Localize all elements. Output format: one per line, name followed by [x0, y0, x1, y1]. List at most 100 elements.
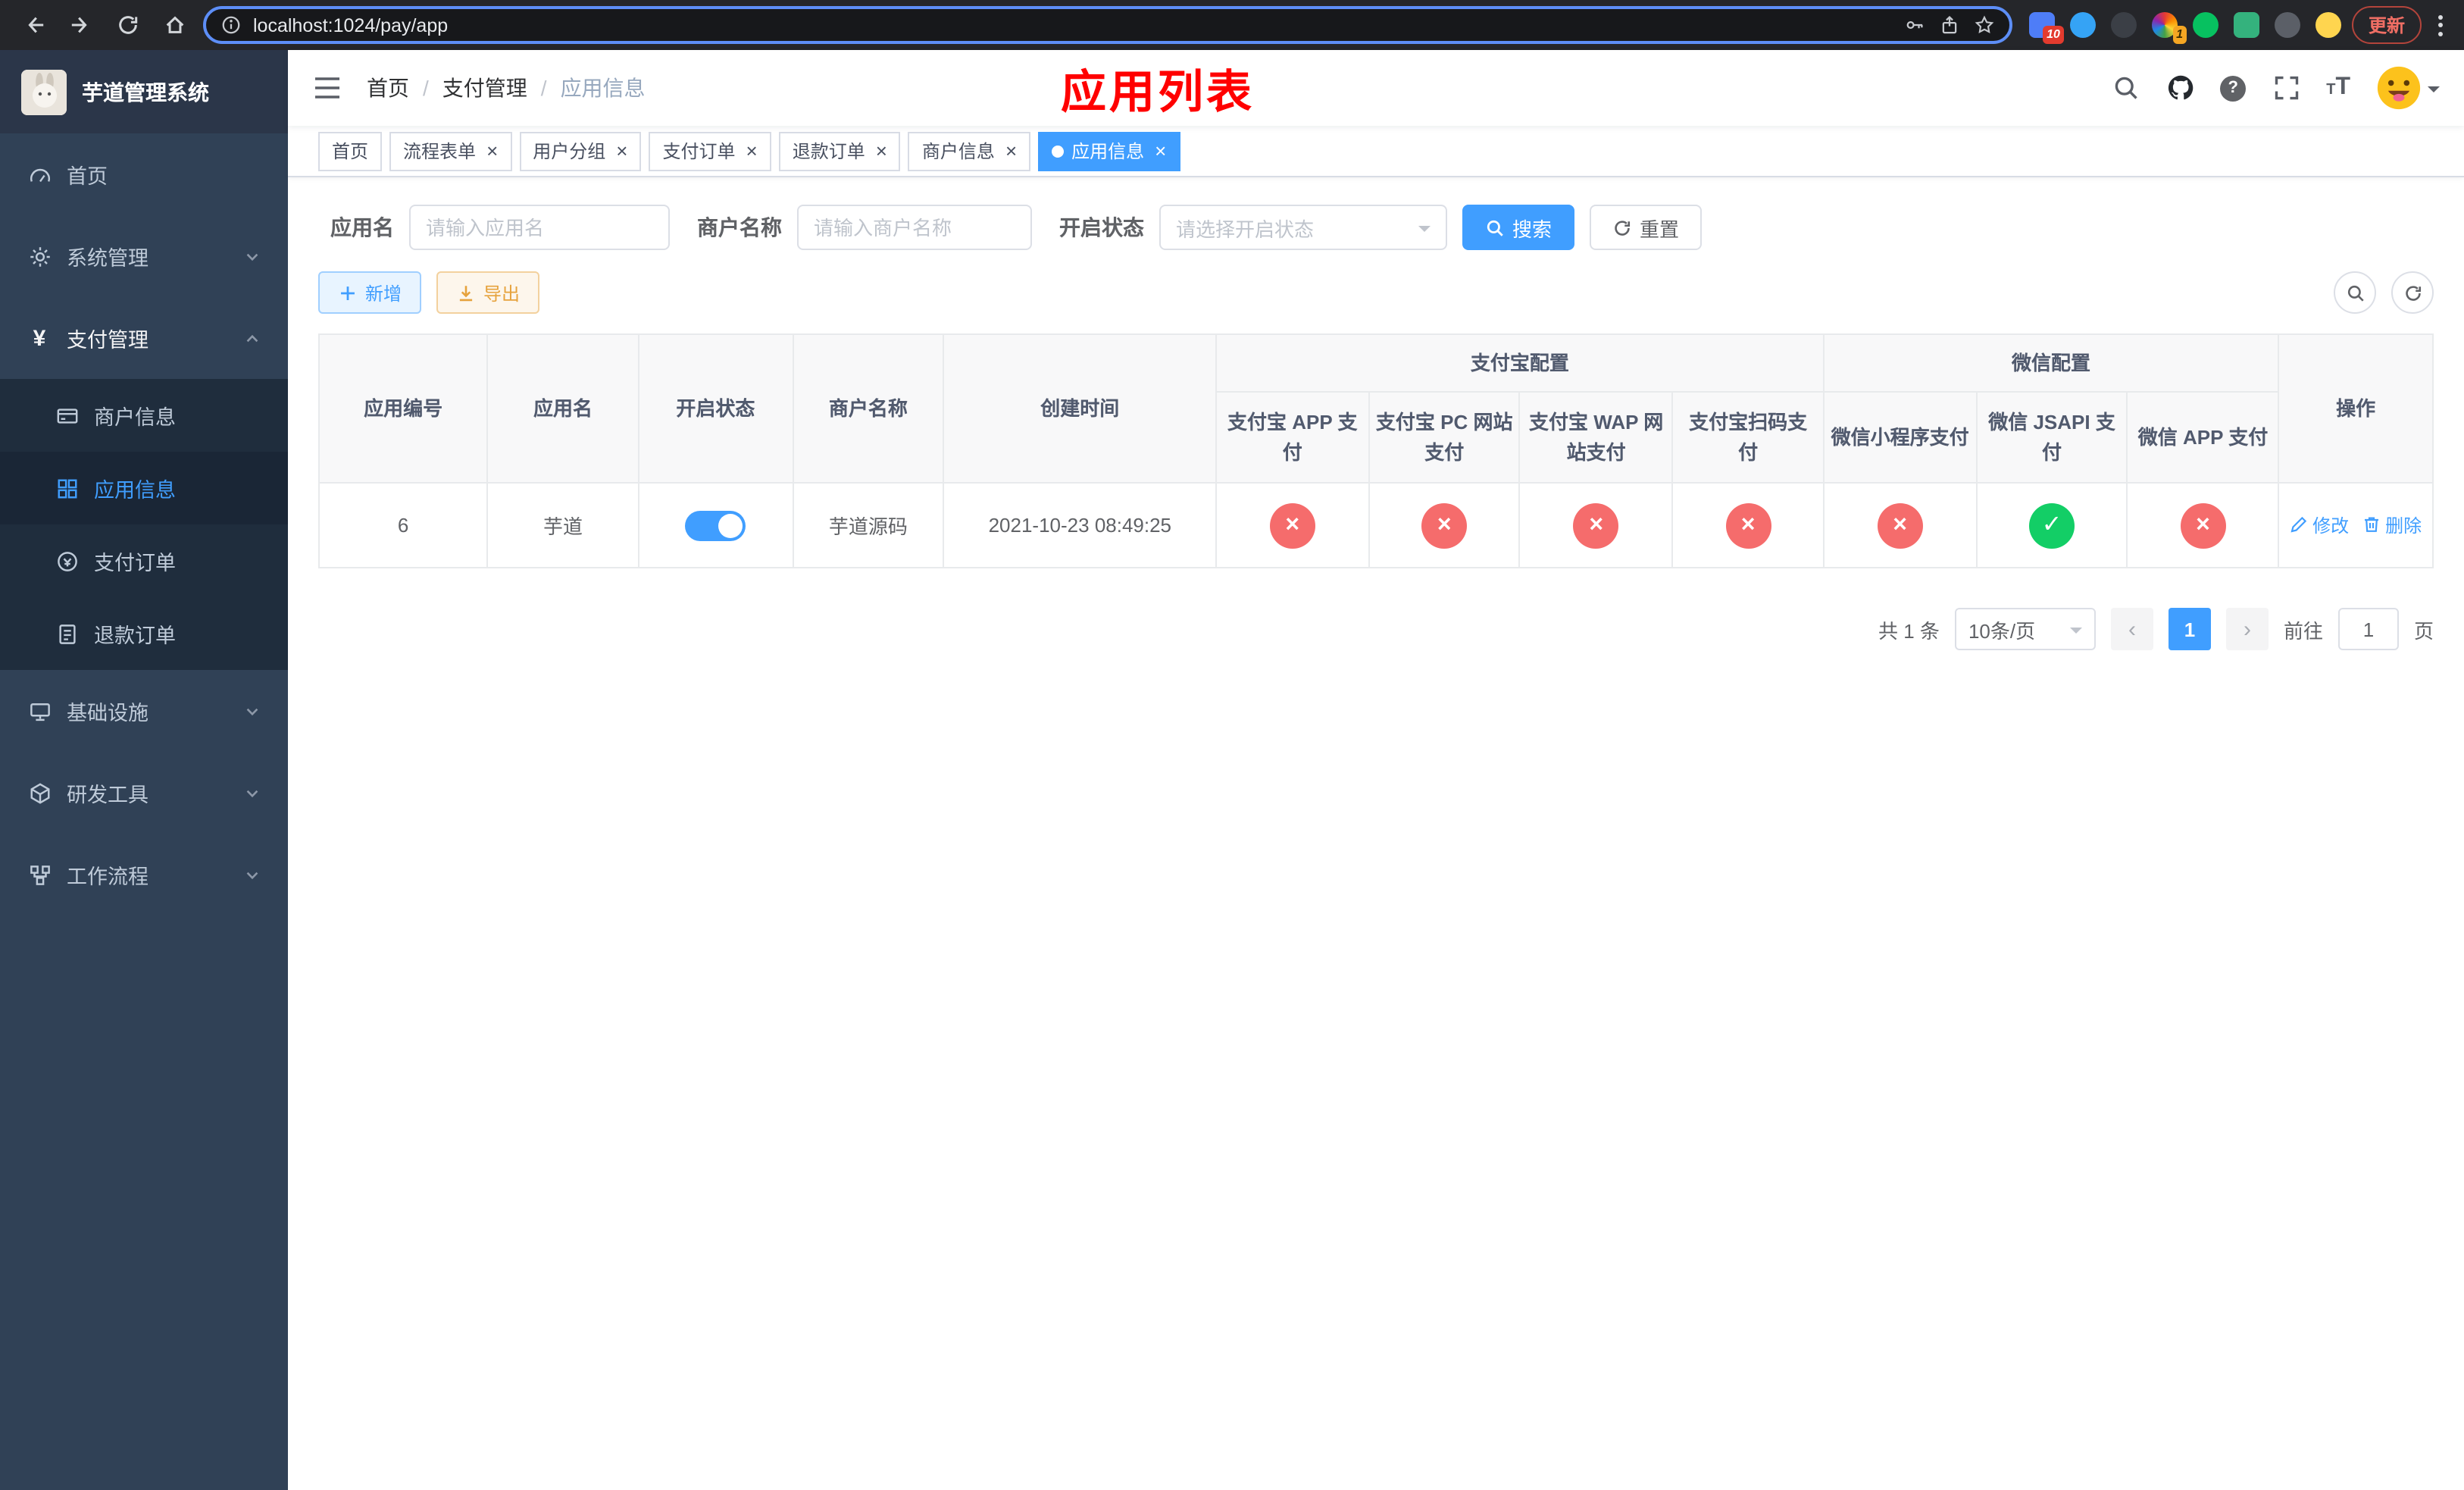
tab-merchant-info[interactable]: 商户信息 ×	[908, 131, 1031, 171]
col-header-wechat-mini: 微信小程序支付	[1822, 391, 1978, 484]
extension-green-circle-icon[interactable]	[2192, 12, 2219, 38]
alipay-wap-cell: ×	[1518, 482, 1674, 568]
extension-green-square-icon[interactable]	[2233, 12, 2259, 38]
close-icon[interactable]: ×	[486, 141, 498, 161]
url-text[interactable]: localhost:1024/pay/app	[253, 14, 1893, 36]
reset-button[interactable]: 重置	[1590, 205, 1703, 250]
browser-menu-icon[interactable]	[2432, 14, 2449, 36]
sidebar-item-label: 应用信息	[94, 479, 176, 502]
add-button[interactable]: 新增	[318, 271, 422, 314]
app-logo[interactable]: 芋道管理系统	[0, 50, 288, 133]
sidebar-item-dev-tools[interactable]: 研发工具	[0, 752, 288, 834]
breadcrumb-payment[interactable]: 支付管理	[442, 73, 527, 103]
breadcrumb-current: 应用信息	[560, 76, 646, 100]
tab-app-info-active[interactable]: 应用信息 ×	[1038, 131, 1180, 171]
extension-badge: 10	[2043, 26, 2064, 44]
col-header-app-name: 应用名	[486, 333, 639, 484]
sidebar-item-payment[interactable]: ¥ 支付管理	[0, 297, 288, 379]
app-name-input[interactable]	[409, 205, 670, 250]
sidebar-item-label: 研发工具	[67, 784, 149, 806]
wechat-app-cell: ×	[2126, 482, 2280, 568]
page-1-button[interactable]: 1	[2168, 608, 2211, 650]
next-page-button[interactable]: ›	[2225, 608, 2269, 650]
delete-link[interactable]: 删除	[2362, 512, 2422, 538]
avatar-caret-icon	[2428, 86, 2440, 98]
sidebar-item-label: 工作流程	[67, 866, 149, 888]
hamburger-icon[interactable]	[312, 73, 342, 103]
breadcrumb-home[interactable]: 首页	[367, 73, 409, 103]
refresh-table-button[interactable]	[2391, 271, 2434, 314]
col-header-status: 开启状态	[637, 333, 794, 484]
create-time-cell: 2021-10-23 08:49:25	[943, 482, 1217, 568]
wechat-jsapi-cell: ✓	[1975, 482, 2128, 568]
merchant-name-input[interactable]	[797, 205, 1032, 250]
sidebar-item-infra[interactable]: 基础设施	[0, 670, 288, 752]
plus-icon	[341, 286, 355, 299]
browser-refresh-icon[interactable]	[109, 7, 145, 43]
toggle-search-button[interactable]	[2334, 271, 2376, 314]
tab-home[interactable]: 首页	[318, 131, 383, 171]
page-title: 应用列表	[1061, 68, 1255, 118]
active-tab-dot	[1052, 145, 1065, 157]
tab-refund-order[interactable]: 退款订单 ×	[778, 131, 901, 171]
status-toggle[interactable]	[685, 510, 746, 540]
search-button[interactable]: 搜索	[1462, 205, 1575, 250]
extension-blue-icon[interactable]	[2069, 12, 2096, 38]
chevron-down-icon	[1418, 225, 1431, 237]
edit-link[interactable]: 修改	[2290, 512, 2349, 538]
sidebar-item-home[interactable]: 首页	[0, 133, 288, 215]
address-bar[interactable]: localhost:1024/pay/app	[203, 6, 2012, 44]
status-cross-icon: ×	[2180, 502, 2226, 548]
browser-home-icon[interactable]	[156, 7, 192, 43]
site-info-icon[interactable]	[221, 15, 241, 35]
sidebar-item-system[interactable]: 系统管理	[0, 215, 288, 297]
extension-rainbow-icon[interactable]: 1	[2151, 12, 2187, 44]
extension-dark-icon[interactable]	[2110, 12, 2137, 38]
chevron-down-icon	[246, 871, 258, 879]
sidebar-item-workflow[interactable]: 工作流程	[0, 834, 288, 916]
browser-update-button[interactable]: 更新	[2351, 6, 2422, 44]
page-size-select[interactable]: 10条/页	[1954, 608, 2096, 650]
status-select[interactable]: 请选择开启状态	[1159, 205, 1447, 250]
browser-forward-icon[interactable]	[62, 7, 98, 43]
sidebar-item-pay-order[interactable]: 支付订单	[0, 524, 288, 597]
password-key-icon[interactable]	[1905, 15, 1925, 35]
user-avatar[interactable]	[2376, 65, 2440, 111]
prev-page-button[interactable]: ‹	[2110, 608, 2153, 650]
status-cross-icon: ×	[1725, 502, 1771, 548]
close-icon[interactable]: ×	[1155, 141, 1166, 161]
sidebar-item-refund-order[interactable]: 退款订单	[0, 597, 288, 670]
font-size-icon[interactable]	[2326, 74, 2350, 102]
extension-puzzle-icon[interactable]: 10	[2028, 12, 2064, 44]
col-header-alipay-wap: 支付宝 WAP 网站支付	[1518, 391, 1674, 484]
close-icon[interactable]: ×	[746, 141, 758, 161]
trash-icon	[2365, 518, 2379, 533]
browser-back-icon[interactable]	[15, 7, 52, 43]
sidebar-item-merchant-info[interactable]: 商户信息	[0, 379, 288, 452]
tab-process-form[interactable]: 流程表单 ×	[389, 131, 512, 171]
col-header-alipay-qr: 支付宝扫码支付	[1671, 391, 1825, 484]
header-search-icon[interactable]	[2111, 74, 2140, 102]
close-icon[interactable]: ×	[1005, 141, 1017, 161]
extension-gray-icon[interactable]	[2274, 12, 2300, 38]
close-icon[interactable]: ×	[616, 141, 627, 161]
tab-user-group[interactable]: 用户分组 ×	[519, 131, 642, 171]
close-icon[interactable]: ×	[876, 141, 887, 161]
sidebar-item-app-info[interactable]: 应用信息	[0, 452, 288, 524]
app-name-label: 应用名	[330, 215, 394, 239]
profile-avatar-icon[interactable]	[2315, 12, 2341, 38]
fullscreen-icon[interactable]	[2272, 74, 2300, 102]
export-button[interactable]: 导出	[436, 271, 540, 314]
search-icon	[1487, 219, 1503, 236]
help-icon[interactable]: ?	[2220, 75, 2247, 101]
goto-page-input[interactable]	[2337, 608, 2399, 650]
chevron-up-icon	[246, 333, 258, 342]
bookmark-star-icon[interactable]	[1975, 15, 1994, 35]
logo-avatar	[21, 69, 67, 114]
alipay-pc-cell: ×	[1368, 482, 1521, 568]
col-header-wechat-jsapi: 微信 JSAPI 支付	[1975, 391, 2128, 484]
tab-pay-order[interactable]: 支付订单 ×	[649, 131, 771, 171]
github-icon[interactable]	[2165, 74, 2194, 102]
share-icon[interactable]	[1940, 15, 1959, 35]
group-header-alipay: 支付宝配置	[1215, 333, 1825, 393]
